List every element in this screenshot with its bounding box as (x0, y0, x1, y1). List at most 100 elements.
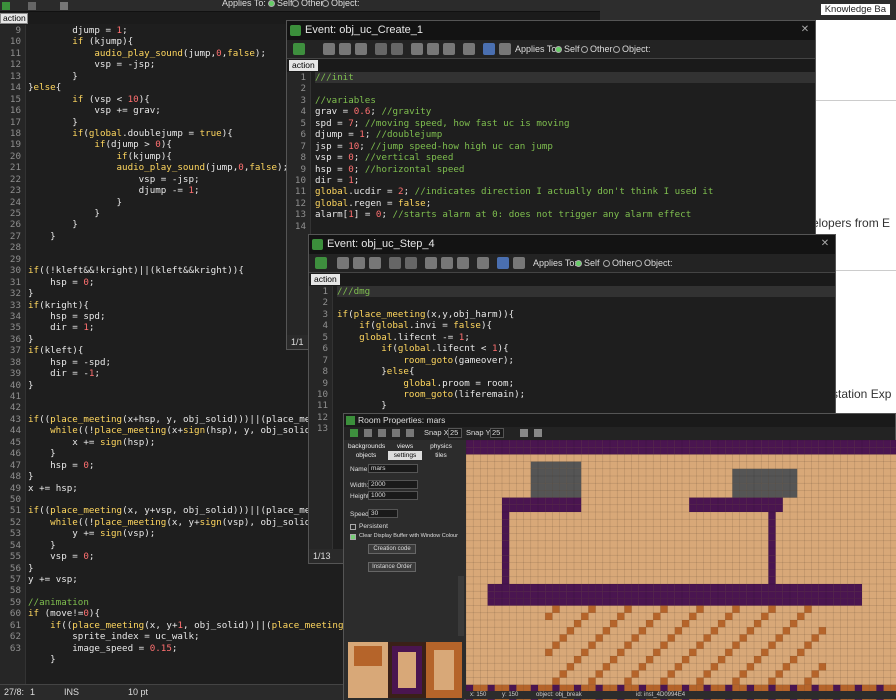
close-icon[interactable]: ✕ (799, 24, 811, 36)
save-icon[interactable] (339, 43, 351, 55)
clear-buffer-checkbox[interactable] (350, 534, 356, 540)
cut-icon[interactable] (411, 43, 423, 55)
code-line[interactable]: } (337, 400, 835, 411)
undo-icon[interactable] (389, 257, 401, 269)
code-line[interactable]: grav = 0.6; //gravity (315, 106, 815, 117)
shift-icon[interactable] (378, 429, 386, 437)
code-line[interactable]: ///init (315, 72, 815, 84)
room-tile (502, 548, 510, 556)
code-line[interactable]: ///dmg (337, 286, 835, 298)
toggle-icon[interactable] (534, 429, 542, 437)
ok-check-icon[interactable] (315, 257, 327, 269)
code-line[interactable]: hsp = 0; //horizontal speed (315, 164, 815, 175)
copy-icon[interactable] (427, 43, 439, 55)
toolbar-icon[interactable] (60, 2, 68, 10)
search-icon[interactable] (463, 43, 475, 55)
self-radio[interactable]: Self (555, 44, 580, 54)
code-line[interactable]: alarm[1] = 0; //starts alarm at 0: does … (315, 209, 815, 220)
code-line[interactable]: if(global.lifecnt < 1){ (337, 343, 835, 354)
code-line[interactable]: djump = 1; //doublejump (315, 129, 815, 140)
code-line[interactable]: global.ucdir = 2; //indicates direction … (315, 186, 815, 197)
self-radio[interactable]: Self (575, 258, 600, 268)
print-icon[interactable] (355, 43, 367, 55)
code-line[interactable]: global.regen = false; (315, 198, 815, 209)
tab-objects[interactable]: objects (348, 451, 384, 460)
tab-settings[interactable]: settings (388, 451, 422, 460)
open-icon[interactable] (337, 257, 349, 269)
list-view-icon[interactable] (513, 257, 525, 269)
zoom-icon[interactable] (406, 429, 414, 437)
object-radio[interactable]: Object: (613, 44, 651, 54)
code-line[interactable]: dir = 1; (315, 175, 815, 186)
room-tile (617, 648, 625, 656)
knowledge-base-link[interactable]: Knowledge Ba (820, 4, 890, 15)
panel-scrollbar[interactable] (458, 576, 464, 636)
room-height-input[interactable]: 1000 (368, 491, 418, 500)
save-icon[interactable] (28, 2, 36, 10)
code-line[interactable]: if(global.invi = false){ (337, 320, 835, 331)
code-line[interactable]: //variables (315, 95, 815, 106)
code-line[interactable]: }else{ (337, 366, 835, 377)
paste-icon[interactable] (457, 257, 469, 269)
instance-order-button[interactable]: Instance Order (368, 562, 416, 572)
object-radio[interactable]: Object: (635, 258, 673, 268)
tab-action[interactable]: action (311, 274, 340, 285)
room-width-input[interactable]: 2000 (368, 480, 418, 489)
room-tile (574, 447, 582, 455)
snap-x-input[interactable]: 25 (448, 428, 462, 438)
paste-icon[interactable] (443, 43, 455, 55)
room-editor-canvas[interactable] (466, 440, 896, 700)
cut-icon[interactable] (425, 257, 437, 269)
other-radio[interactable]: Other (581, 44, 613, 54)
code-line[interactable]: room_goto(liferemain); (337, 389, 835, 400)
list-view-icon[interactable] (499, 43, 511, 55)
undo-icon[interactable] (364, 429, 372, 437)
grid-view-icon[interactable] (483, 43, 495, 55)
ok-check-icon[interactable] (350, 429, 358, 437)
code-line[interactable]: global.lifecnt -= 1; (337, 332, 835, 343)
code-line[interactable]: jsp = 10; //jump speed-how high uc can j… (315, 141, 815, 152)
persistent-checkbox[interactable] (350, 524, 356, 530)
room-tile (696, 677, 704, 685)
redo-icon[interactable] (391, 43, 403, 55)
search-icon[interactable] (477, 257, 489, 269)
room-tile (595, 670, 603, 678)
redo-icon[interactable] (405, 257, 417, 269)
grid-icon[interactable] (520, 429, 528, 437)
creation-code-button[interactable]: Creation code (368, 544, 416, 554)
code-line[interactable]: spd = 7; //moving speed, how fast uc is … (315, 118, 815, 129)
code-line[interactable]: room_goto(gameover); (337, 355, 835, 366)
room-tile (804, 605, 812, 613)
background-text: elopers from E (812, 216, 891, 230)
save-icon[interactable] (353, 257, 365, 269)
print-icon[interactable] (369, 257, 381, 269)
code-line[interactable] (315, 221, 815, 232)
undo-icon[interactable] (375, 43, 387, 55)
snap-y-input[interactable]: 25 (490, 428, 504, 438)
other-radio[interactable]: Other (603, 258, 635, 268)
tab-tiles[interactable]: tiles (424, 451, 458, 460)
ok-check-icon[interactable] (293, 43, 305, 55)
tab-backgrounds[interactable]: backgrounds (348, 442, 385, 451)
room-name-input[interactable]: mars (368, 464, 418, 473)
tab-action[interactable]: action (0, 13, 28, 24)
room-tile (739, 584, 747, 592)
self-radio[interactable]: Self (268, 0, 293, 8)
code-line[interactable]: global.proom = room; (337, 378, 835, 389)
grid-view-icon[interactable] (497, 257, 509, 269)
other-radio[interactable]: Other (292, 0, 324, 8)
code-line[interactable] (337, 297, 835, 308)
code-line[interactable]: vsp = 0; //vertical speed (315, 152, 815, 163)
room-map[interactable] (466, 440, 896, 700)
code-line[interactable]: if(place_meeting(x,y,obj_harm)){ (337, 309, 835, 320)
tab-views[interactable]: views (388, 442, 422, 451)
open-icon[interactable] (323, 43, 335, 55)
close-icon[interactable]: ✕ (819, 238, 831, 250)
tab-physics[interactable]: physics (424, 442, 458, 451)
clear-icon[interactable] (392, 429, 400, 437)
room-speed-input[interactable]: 30 (368, 509, 398, 518)
code-line[interactable] (315, 83, 815, 94)
copy-icon[interactable] (441, 257, 453, 269)
object-radio[interactable]: Object: (322, 0, 360, 8)
tab-action[interactable]: action (289, 60, 318, 71)
